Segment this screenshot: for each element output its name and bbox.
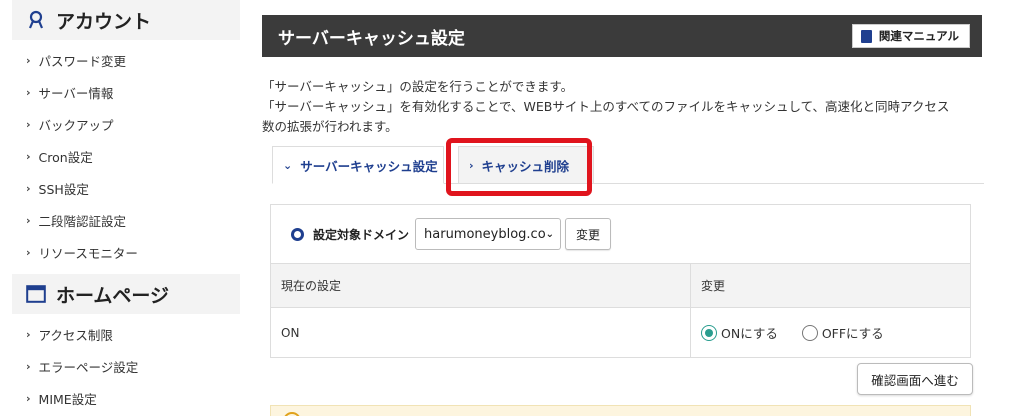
radio-off[interactable]: OFFにする xyxy=(801,323,884,342)
sidebar-section-account: アカウント xyxy=(12,0,240,40)
sidebar-item-resource-monitor[interactable]: › リソースモニター xyxy=(12,236,240,268)
table-header-current: 現在の設定 xyxy=(271,264,691,307)
manual-button[interactable]: 関連マニュアル xyxy=(851,24,970,48)
domain-select[interactable]: harumoneyblog.co ⌄ xyxy=(415,218,562,250)
change-domain-button[interactable]: 変更 xyxy=(565,218,612,250)
chevron-down-icon: ⌄ xyxy=(545,228,555,240)
target-domain-icon xyxy=(291,227,304,241)
chevron-down-icon: ⌄ xyxy=(283,158,293,172)
book-icon xyxy=(860,29,872,43)
manual-button-label: 関連マニュアル xyxy=(878,29,959,43)
domain-row: 設定対象ドメイン harumoneyblog.co ⌄ 変更 xyxy=(271,205,970,263)
sidebar-item-password[interactable]: › パスワード変更 xyxy=(12,44,240,76)
sidebar-section-homepage: ホームページ xyxy=(12,274,240,314)
change-options: ONにする OFFにする xyxy=(691,308,970,357)
description-line: 「サーバーキャッシュ」を有効化することで、WEBサイト上のすべてのファイルをキャ… xyxy=(262,99,950,114)
table-header: 現在の設定 変更 xyxy=(271,263,970,307)
current-setting-value: ON xyxy=(271,308,691,357)
page-title: サーバーキャッシュ設定 xyxy=(278,28,465,49)
chevron-right-icon: › xyxy=(26,327,31,341)
sidebar-item-mime[interactable]: › MIME設定 xyxy=(12,382,240,414)
window-icon xyxy=(26,284,46,304)
sidebar-item-backup[interactable]: › バックアップ xyxy=(12,108,240,140)
tab-bar: ⌄ サーバーキャッシュ設定 › キャッシュ削除 xyxy=(272,146,984,184)
page-header: サーバーキャッシュ設定 関連マニュアル xyxy=(262,15,982,57)
radio-unselected-icon xyxy=(801,324,818,341)
sidebar-item-label: SSH設定 xyxy=(38,181,89,197)
domain-label: 設定対象ドメイン xyxy=(313,227,410,242)
sidebar: アカウント › パスワード変更 › サーバー情報 › バックアップ › Cron設定 ›… xyxy=(12,0,240,416)
sidebar-section-title: ホームページ xyxy=(56,284,170,307)
sidebar-item-label: サーバー情報 xyxy=(38,85,114,101)
sidebar-item-2fa[interactable]: › 二段階認証設定 xyxy=(12,204,240,236)
sidebar-item-label: アクセス制限 xyxy=(38,327,113,343)
chevron-right-icon: › xyxy=(26,391,31,405)
sidebar-item-label: エラーページ設定 xyxy=(38,359,139,375)
radio-off-label: OFFにする xyxy=(821,326,884,341)
page-description: 「サーバーキャッシュ」の設定を行うことができます。 「サーバーキャッシュ」を有効… xyxy=(262,77,982,137)
sidebar-item-label: リソースモニター xyxy=(38,245,138,261)
chevron-right-icon: › xyxy=(26,85,31,99)
chevron-right-icon: › xyxy=(26,149,31,163)
settings-panel: 設定対象ドメイン harumoneyblog.co ⌄ 変更 現在の設定 変更 … xyxy=(270,204,971,358)
tab-label: サーバーキャッシュ設定 xyxy=(300,158,438,174)
chevron-right-icon: › xyxy=(26,181,31,195)
sidebar-homepage-list: › アクセス制限 › エラーページ設定 › MIME設定 xyxy=(12,314,240,414)
sidebar-item-label: パスワード変更 xyxy=(38,53,127,69)
sidebar-item-access-restriction[interactable]: › アクセス制限 xyxy=(12,318,240,350)
radio-selected-icon xyxy=(701,324,717,341)
chevron-right-icon: › xyxy=(26,359,31,373)
confirm-button[interactable]: 確認画面へ進む xyxy=(857,363,973,395)
sidebar-item-cron[interactable]: › Cron設定 xyxy=(12,140,240,172)
sidebar-section-title: アカウント xyxy=(56,10,152,33)
chevron-right-icon: › xyxy=(26,53,31,67)
sidebar-account-list: › パスワード変更 › サーバー情報 › バックアップ › Cron設定 › SSH設定 … xyxy=(12,40,240,268)
table-row: ON ONにする OFFにする xyxy=(271,307,970,357)
table-header-change: 変更 xyxy=(701,279,726,293)
radio-on[interactable]: ONにする xyxy=(701,323,778,342)
sidebar-item-error-page[interactable]: › エラーページ設定 xyxy=(12,350,240,382)
sidebar-item-label: MIME設定 xyxy=(38,391,97,407)
chevron-right-icon: › xyxy=(26,245,31,259)
domain-select-value: harumoneyblog.co xyxy=(424,226,546,242)
chevron-right-icon: › xyxy=(26,213,31,227)
radio-on-label: ONにする xyxy=(721,326,778,341)
highlight-annotation xyxy=(446,138,592,196)
info-icon xyxy=(283,412,301,416)
notice-box xyxy=(270,405,971,416)
description-line: 数の拡張が行われます。 xyxy=(262,119,398,134)
chevron-right-icon: › xyxy=(26,117,31,131)
person-icon xyxy=(26,10,46,30)
description-line: 「サーバーキャッシュ」の設定を行うことができます。 xyxy=(262,79,574,94)
sidebar-item-label: 二段階認証設定 xyxy=(38,213,127,229)
main-content: サーバーキャッシュ設定 関連マニュアル 「サーバーキャッシュ」の設定を行うことが… xyxy=(262,15,982,137)
sidebar-item-server-info[interactable]: › サーバー情報 xyxy=(12,76,240,108)
sidebar-item-ssh[interactable]: › SSH設定 xyxy=(12,172,240,204)
sidebar-item-label: バックアップ xyxy=(38,117,114,133)
sidebar-item-label: Cron設定 xyxy=(38,149,93,165)
tab-server-cache-settings[interactable]: ⌄ サーバーキャッシュ設定 xyxy=(272,146,444,184)
